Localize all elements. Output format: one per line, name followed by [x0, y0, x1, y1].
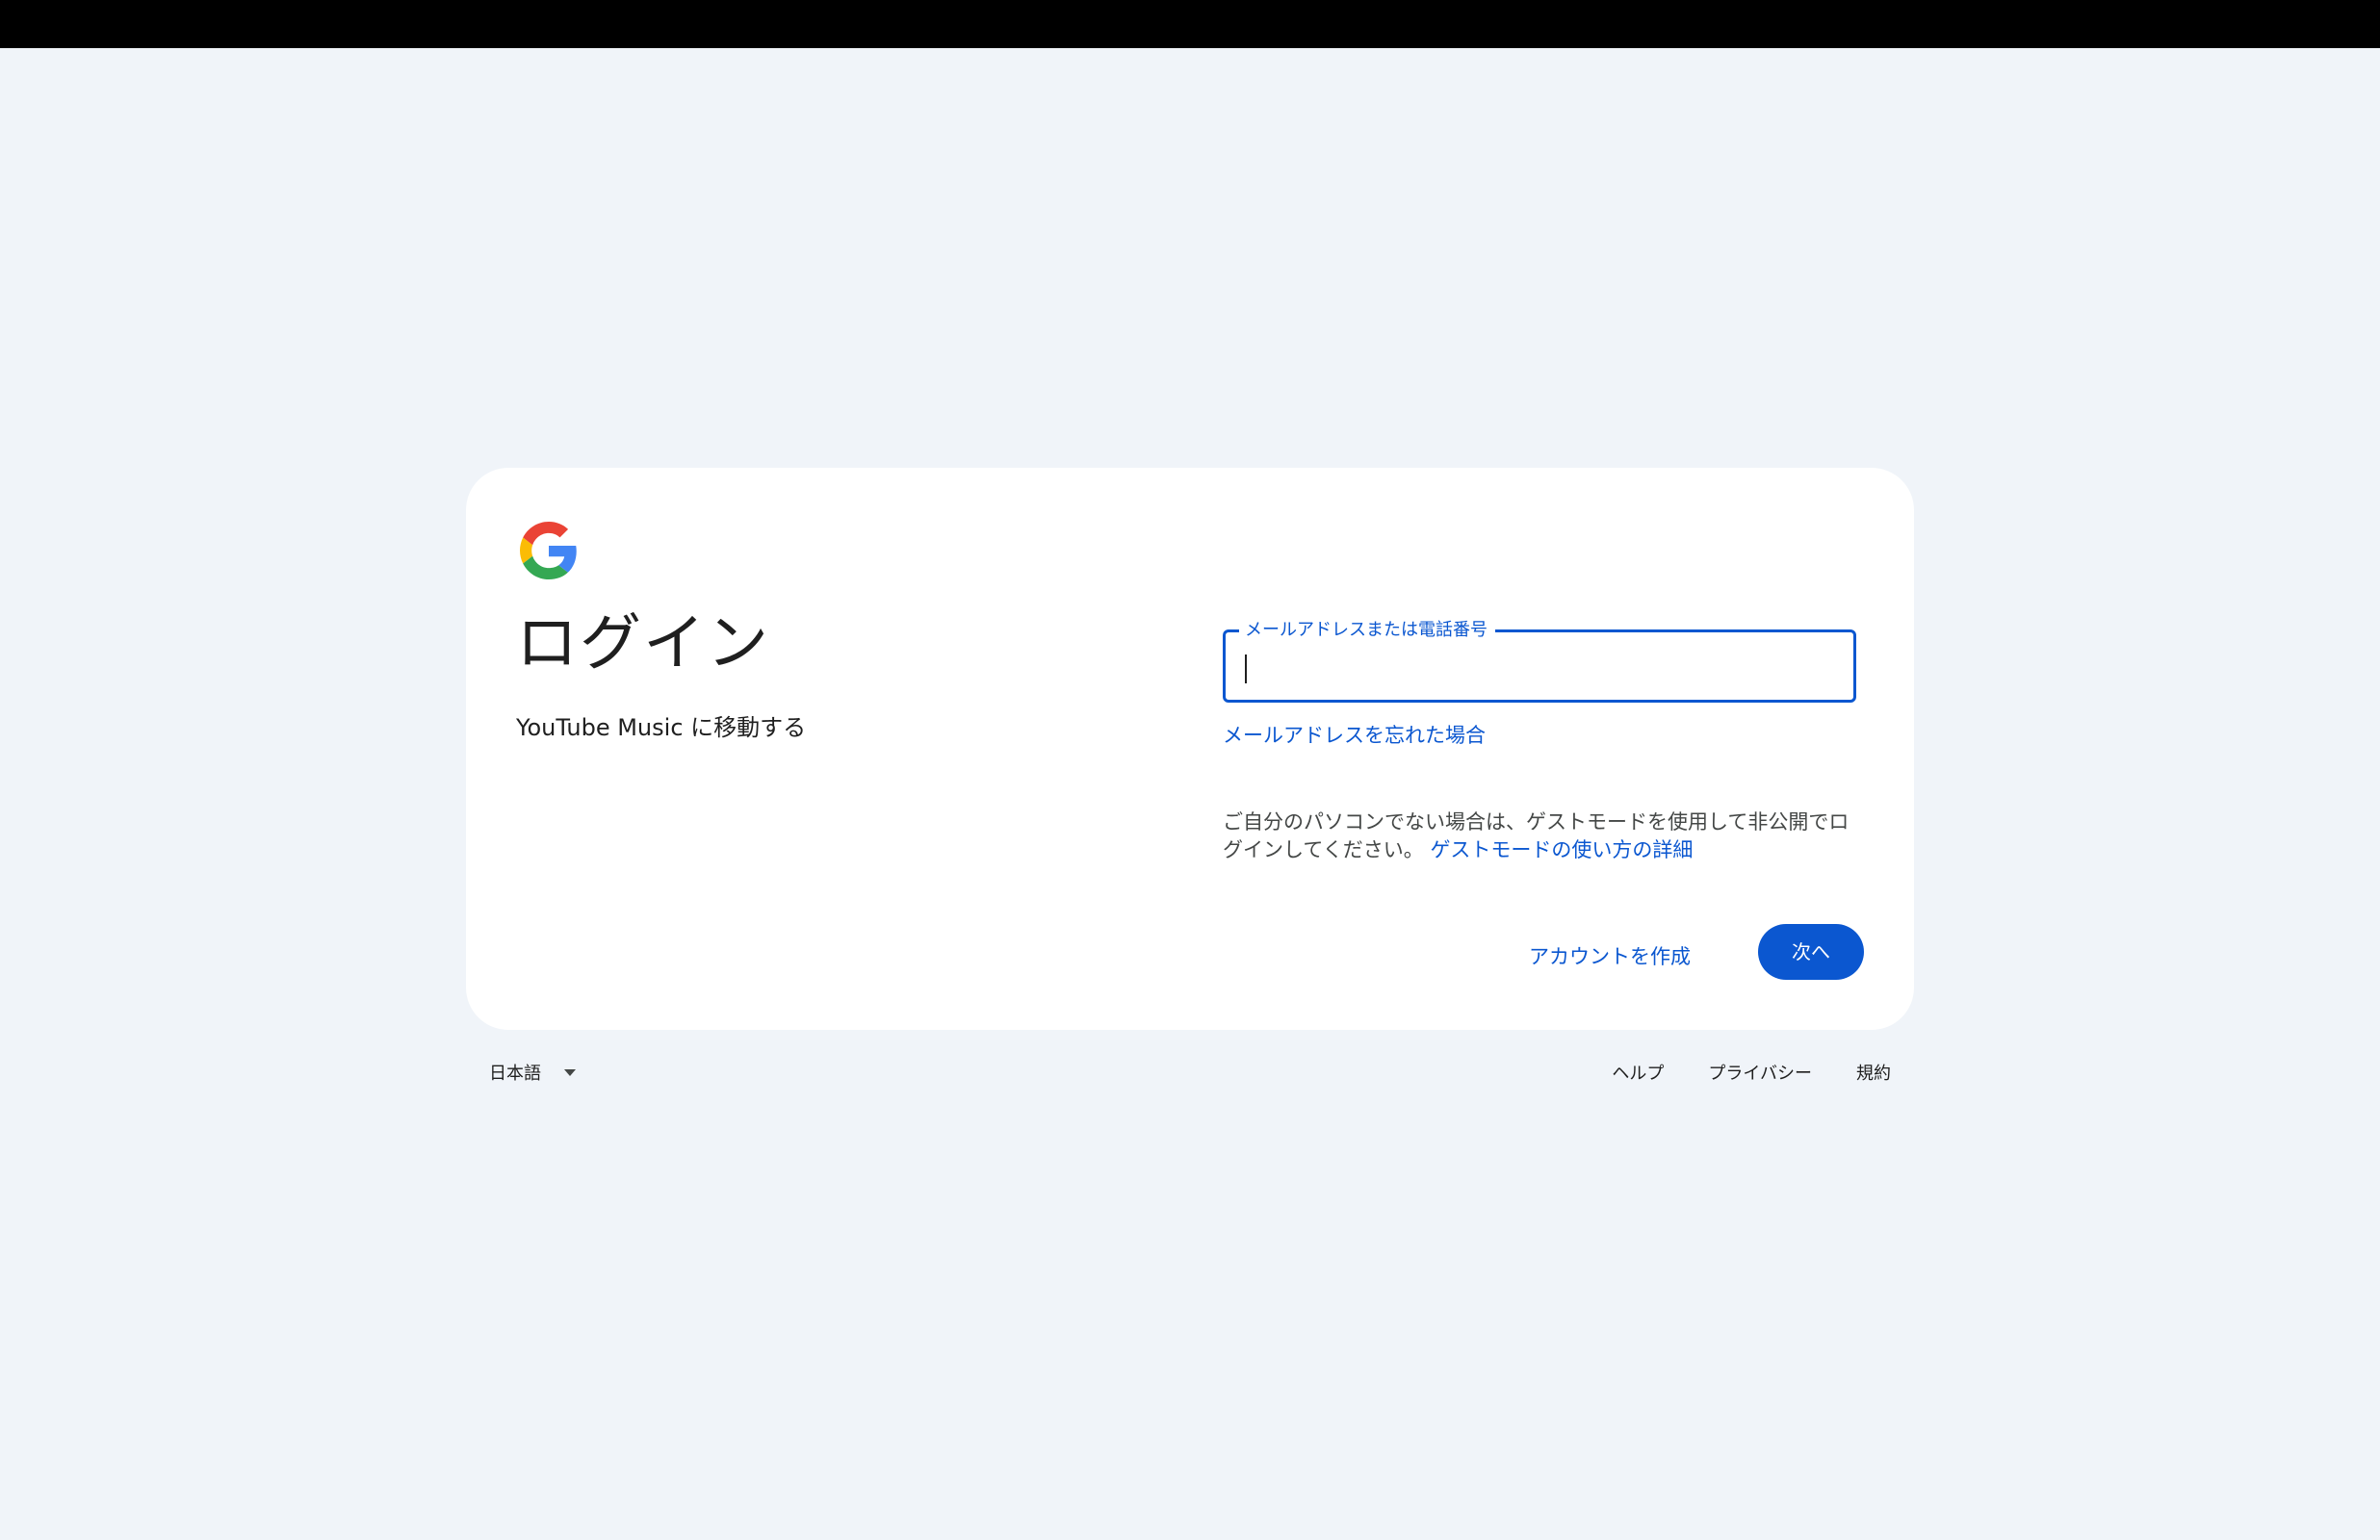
email-field[interactable]: メールアドレスまたは電話番号	[1223, 620, 1856, 703]
text-cursor	[1245, 654, 1247, 683]
guest-mode-link[interactable]: ゲストモードの使い方の詳細	[1430, 838, 1693, 861]
email-field-label: メールアドレスまたは電話番号	[1239, 620, 1495, 641]
language-label: 日本語	[489, 1064, 541, 1084]
footer-links: ヘルプ プライバシー 規約	[1612, 1055, 1891, 1093]
page-subtitle: YouTube Music に移動する	[516, 714, 807, 741]
forgot-email-link[interactable]: メールアドレスを忘れた場合	[1223, 720, 1486, 749]
next-button[interactable]: 次へ	[1758, 924, 1864, 980]
dropdown-caret-icon	[564, 1068, 576, 1076]
page-title: ログイン	[516, 608, 770, 680]
terms-link[interactable]: 規約	[1856, 1055, 1891, 1093]
top-bar	[0, 0, 2380, 48]
language-select[interactable]: 日本語	[489, 1055, 576, 1093]
privacy-link[interactable]: プライバシー	[1708, 1055, 1812, 1093]
email-input[interactable]	[1243, 644, 1840, 688]
footer: 日本語 ヘルプ プライバシー 規約	[466, 1055, 1914, 1093]
help-link[interactable]: ヘルプ	[1612, 1055, 1664, 1093]
create-account-button[interactable]: アカウントを作成	[1529, 937, 1691, 976]
sign-in-card: ログイン YouTube Music に移動する メールアドレスまたは電話番号 …	[466, 468, 1914, 1030]
guest-mode-notice: ご自分のパソコンでない場合は、ゲストモードを使用して非公開でログインしてください…	[1223, 808, 1860, 864]
google-logo-icon	[520, 522, 577, 579]
